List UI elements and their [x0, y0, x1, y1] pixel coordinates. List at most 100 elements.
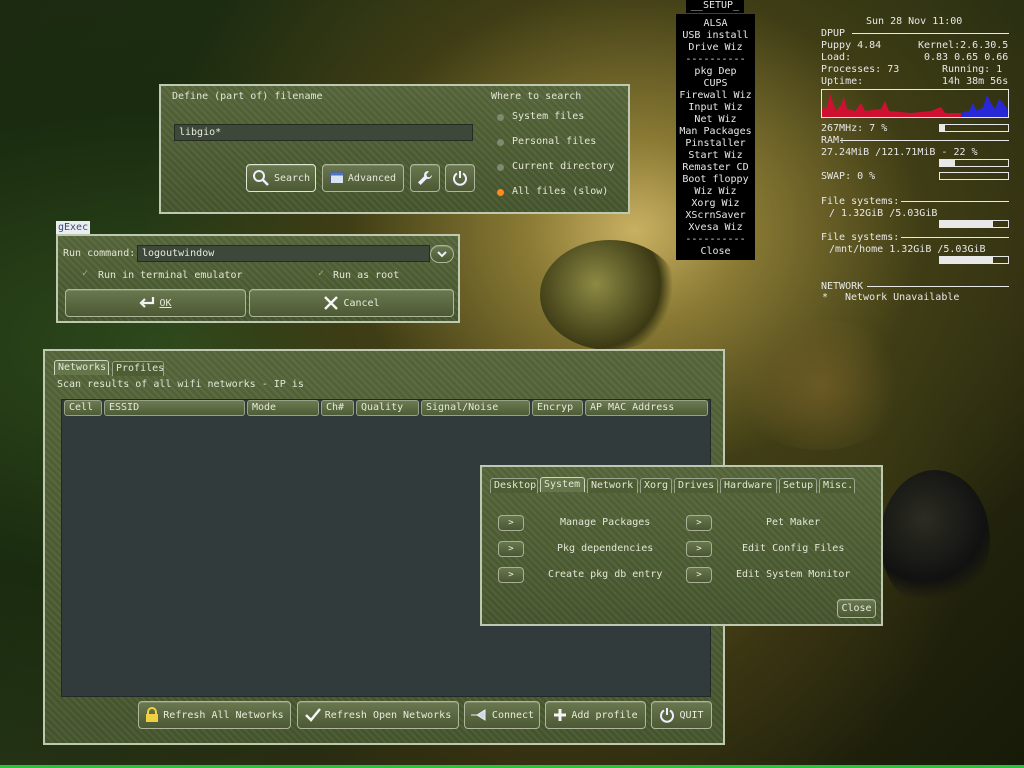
tab-profiles[interactable]: Profiles — [112, 361, 164, 376]
edit-config-files-arrow-button[interactable]: > — [686, 541, 712, 557]
radio-current-directory-label[interactable]: Current directory — [512, 161, 614, 172]
setup-menu-item[interactable]: pkg Dep — [676, 66, 755, 78]
window-icon — [329, 172, 344, 184]
terminal-check-icon[interactable]: ✓ — [82, 268, 88, 279]
radio-personal-files-label[interactable]: Personal files — [512, 136, 596, 147]
ram-bar — [939, 159, 1009, 167]
tab-networks[interactable]: Networks — [54, 360, 109, 375]
tab-setup[interactable]: Setup — [779, 478, 817, 493]
column-quality[interactable]: Quality — [356, 400, 419, 416]
wallpaper-shadow — [880, 470, 990, 610]
setup-menu-item[interactable]: Man Packages — [676, 126, 755, 138]
create-pkg-db-arrow-button[interactable]: > — [498, 567, 524, 583]
setup-menu-item[interactable]: Firewall Wiz — [676, 90, 755, 102]
fs-home-bar — [939, 256, 1009, 264]
edit-system-monitor-arrow-button[interactable]: > — [686, 567, 712, 583]
manage-packages-arrow-button[interactable]: > — [498, 515, 524, 531]
setup-menu-item: ---------- — [685, 234, 746, 245]
monitor-fs-label-2: File systems: — [821, 232, 900, 243]
fs-divider-2 — [901, 237, 1009, 238]
ok-button[interactable]: OK — [65, 289, 246, 317]
run-in-terminal-label[interactable]: Run in terminal emulator — [98, 270, 243, 281]
monitor-divider — [852, 33, 1009, 34]
cpu-bar-fill — [940, 125, 945, 131]
pkg-dependencies-label[interactable]: Pkg dependencies — [557, 543, 653, 554]
control-panel-close-button[interactable]: Close — [837, 599, 876, 618]
plus-icon — [554, 709, 567, 721]
run-as-root-label[interactable]: Run as root — [333, 270, 399, 281]
setup-menu-item[interactable]: Boot floppy — [676, 174, 755, 186]
pet-maker-label[interactable]: Pet Maker — [766, 517, 820, 528]
setup-menu-item[interactable]: Input Wiz — [676, 102, 755, 114]
radio-all-files[interactable] — [497, 189, 504, 196]
add-profile-label: Add profile — [571, 709, 638, 721]
tab-system[interactable]: System — [540, 477, 585, 492]
gexec-title-tab: gExec — [56, 221, 90, 234]
setup-menu-item[interactable]: Xvesa Wiz — [676, 222, 755, 234]
tab-network[interactable]: Network — [587, 478, 638, 493]
quit-button[interactable]: QUIT — [651, 701, 712, 729]
cancel-button[interactable]: Cancel — [249, 289, 454, 317]
column-signal-noise[interactable]: Signal/Noise — [421, 400, 530, 416]
setup-menu-item[interactable]: CUPS — [676, 78, 755, 90]
setup-menu-item[interactable]: Drive Wiz — [676, 42, 755, 54]
quit-find-button[interactable] — [445, 164, 475, 192]
advanced-button-label: Advanced — [347, 172, 397, 184]
preferences-button[interactable] — [410, 164, 440, 192]
column-encryption[interactable]: Encryp — [532, 400, 583, 416]
setup-menu-item[interactable]: Wiz Wiz — [676, 186, 755, 198]
edit-config-files-label[interactable]: Edit Config Files — [742, 543, 844, 554]
setup-menu-item[interactable]: Xorg Wiz — [676, 198, 755, 210]
pkg-dependencies-arrow-button[interactable]: > — [498, 541, 524, 557]
refresh-all-networks-button[interactable]: Refresh All Networks — [138, 701, 291, 729]
add-profile-button[interactable]: Add profile — [545, 701, 646, 729]
setup-menu-item[interactable]: Remaster CD — [676, 162, 755, 174]
radio-current-directory[interactable] — [497, 164, 504, 171]
advanced-button[interactable]: Advanced — [322, 164, 404, 192]
setup-menu-item[interactable]: XScrnSaver — [676, 210, 755, 222]
fs-root-bar — [939, 220, 1009, 228]
command-history-dropdown[interactable] — [430, 245, 454, 263]
tab-misc[interactable]: Misc. — [819, 478, 855, 493]
column-channel[interactable]: Ch# — [321, 400, 354, 416]
radio-system-files-label[interactable]: System files — [512, 111, 584, 122]
setup-menu-item[interactable]: USB install — [676, 30, 755, 42]
search-button[interactable]: Search — [246, 164, 316, 192]
monitor-section-dpup: DPUP — [821, 28, 846, 39]
setup-menu-item[interactable]: Pinstaller — [676, 138, 755, 150]
swap-bar — [939, 172, 1009, 180]
where-to-search-label: Where to search — [491, 91, 582, 102]
setup-menu-item[interactable]: Close — [676, 246, 755, 258]
tab-xorg[interactable]: Xorg — [640, 478, 672, 493]
wrench-icon — [418, 171, 432, 185]
manage-packages-label[interactable]: Manage Packages — [560, 517, 650, 528]
monitor-uptime-label: Uptime: — [821, 76, 864, 87]
refresh-open-networks-button[interactable]: Refresh Open Networks — [297, 701, 459, 729]
root-check-icon[interactable]: ✓ — [318, 268, 324, 279]
column-ap-mac[interactable]: AP MAC Address — [585, 400, 708, 416]
column-essid[interactable]: ESSID — [104, 400, 245, 416]
radio-personal-files[interactable] — [497, 139, 504, 146]
run-command-label: Run command: — [63, 248, 136, 259]
create-pkg-db-label[interactable]: Create pkg db entry — [548, 569, 662, 580]
filename-input[interactable]: libgio* — [174, 124, 473, 141]
setup-menu-item[interactable]: Start Wiz — [676, 150, 755, 162]
chevron-down-icon — [437, 250, 447, 257]
radio-system-files[interactable] — [497, 114, 504, 121]
tab-hardware[interactable]: Hardware — [720, 478, 777, 493]
connect-button[interactable]: Connect — [464, 701, 540, 729]
column-cell[interactable]: Cell — [64, 400, 102, 416]
monitor-kernel: Kernel:2.6.30.5 — [918, 40, 1009, 51]
setup-menu: ALSA USB install Drive Wiz ---------- pkg De… — [676, 14, 755, 260]
column-mode[interactable]: Mode — [247, 400, 319, 416]
tab-drives[interactable]: Drives — [674, 478, 718, 493]
pet-maker-arrow-button[interactable]: > — [686, 515, 712, 531]
run-command-input[interactable]: logoutwindow — [137, 245, 430, 262]
setup-menu-item[interactable]: Net Wiz — [676, 114, 755, 126]
setup-menu-item[interactable]: ALSA — [676, 18, 755, 30]
radio-all-files-label[interactable]: All files (slow) — [512, 186, 608, 197]
gexec-window: Run command: logoutwindow ✓ Run in termi… — [56, 234, 460, 323]
tab-desktop[interactable]: Desktop — [490, 478, 538, 493]
edit-system-monitor-label[interactable]: Edit System Monitor — [736, 569, 850, 580]
power-icon — [453, 171, 467, 186]
